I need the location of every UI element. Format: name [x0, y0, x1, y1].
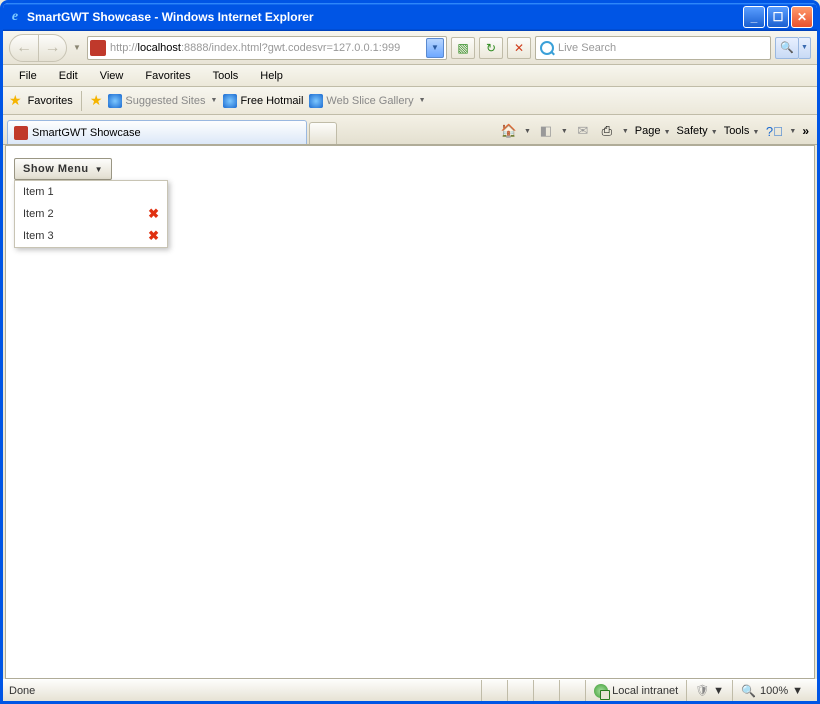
- overflow-icon[interactable]: »: [802, 124, 809, 138]
- window-title: SmartGWT Showcase - Windows Internet Exp…: [27, 10, 743, 24]
- menu-edit[interactable]: Edit: [49, 68, 88, 84]
- show-menu-button[interactable]: Show Menu ▼: [14, 158, 112, 180]
- remove-icon[interactable]: ✖: [148, 228, 159, 244]
- search-button[interactable]: 🔍: [775, 37, 799, 59]
- url-path: :8888/index.html?gwt.codesvr=127.0.0.1:9…: [181, 42, 400, 54]
- menu-item-label: Item 2: [23, 208, 54, 220]
- site-favicon: [90, 40, 106, 56]
- back-button[interactable]: ←: [10, 35, 38, 61]
- new-tab-button[interactable]: [309, 122, 337, 144]
- menubar: File Edit View Favorites Tools Help: [3, 65, 817, 87]
- close-button[interactable]: ✕: [791, 6, 813, 28]
- star-icon: ★: [9, 92, 22, 109]
- zoom-value: 100%: [760, 685, 788, 697]
- chevron-down-icon: ▼: [713, 685, 724, 697]
- tab-bar: SmartGWT Showcase 🏠 ▼ ◧ ▼ ✉ ⎙ ▼ Page ▼ Safe…: [3, 115, 817, 145]
- chevron-down-icon: ▼: [211, 97, 218, 104]
- tab-favicon: [14, 126, 28, 140]
- menu-item-3[interactable]: Item 3 ✖: [15, 225, 167, 247]
- menu-file[interactable]: File: [9, 68, 47, 84]
- help-icon[interactable]: ?⃝: [765, 122, 783, 140]
- home-icon[interactable]: 🏠: [500, 122, 518, 140]
- dropdown-menu: Item 1 Item 2 ✖ Item 3 ✖: [14, 180, 168, 248]
- address-text[interactable]: http://localhost:8888/index.html?gwt.cod…: [110, 42, 426, 54]
- shield-icon: 🛡: [695, 684, 709, 697]
- chevron-down-icon[interactable]: ▼: [561, 128, 568, 135]
- hotmail-label: Free Hotmail: [240, 95, 303, 107]
- chevron-down-icon: ▼: [95, 165, 103, 174]
- menu-tools[interactable]: Tools: [203, 68, 249, 84]
- ie-icon: e: [7, 9, 23, 25]
- chevron-down-icon: ▼: [792, 685, 803, 697]
- forward-button[interactable]: →: [38, 35, 66, 61]
- refresh-button[interactable]: ↻: [479, 37, 503, 59]
- zoom-control[interactable]: 🔍 100% ▼: [732, 680, 811, 701]
- remove-icon[interactable]: ✖: [148, 206, 159, 222]
- zone-label: Local intranet: [612, 685, 678, 697]
- menu-item-2[interactable]: Item 2 ✖: [15, 203, 167, 225]
- nav-history-dropdown[interactable]: ▼: [71, 43, 83, 52]
- url-host: localhost: [138, 42, 181, 54]
- menu-item-label: Item 3: [23, 230, 54, 242]
- web-slice-link[interactable]: Web Slice Gallery ▼: [309, 94, 425, 108]
- minimize-button[interactable]: _: [743, 6, 765, 28]
- chevron-down-icon[interactable]: ▼: [789, 128, 796, 135]
- separator: [81, 91, 82, 111]
- ie-link-icon: [309, 94, 323, 108]
- compat-view-button[interactable]: ▧: [451, 37, 475, 59]
- read-mail-icon[interactable]: ✉: [574, 122, 592, 140]
- search-box[interactable]: Live Search: [535, 36, 771, 60]
- menu-help[interactable]: Help: [250, 68, 293, 84]
- address-dropdown[interactable]: ▼: [426, 38, 444, 58]
- menu-favorites[interactable]: Favorites: [135, 68, 200, 84]
- protected-mode[interactable]: 🛡 ▼: [686, 680, 732, 701]
- ie-link-icon: [223, 94, 237, 108]
- suggested-label: Suggested Sites: [125, 95, 205, 107]
- search-placeholder: Live Search: [558, 42, 766, 54]
- stop-button[interactable]: ✕: [507, 37, 531, 59]
- webslice-label: Web Slice Gallery: [326, 95, 413, 107]
- favorites-label[interactable]: Favorites: [28, 95, 73, 107]
- status-pane: [533, 680, 559, 701]
- favorites-bar: ★ Favorites ★ Suggested Sites ▼ Free Hot…: [3, 87, 817, 115]
- nav-toolbar: ← → ▼ http://localhost:8888/index.html?g…: [3, 31, 817, 65]
- tab-active[interactable]: SmartGWT Showcase: [7, 120, 307, 144]
- menu-view[interactable]: View: [90, 68, 134, 84]
- search-dropdown[interactable]: ▼: [799, 37, 811, 59]
- nav-buttons: ← →: [9, 34, 67, 62]
- maximize-button[interactable]: ☐: [767, 6, 789, 28]
- page-menu[interactable]: Page ▼: [635, 125, 671, 137]
- status-pane: [507, 680, 533, 701]
- menu-item-label: Item 1: [23, 186, 54, 198]
- zoom-icon: 🔍: [741, 684, 756, 698]
- page-content: Show Menu ▼ Item 1 Item 2 ✖ Item 3 ✖: [5, 145, 815, 679]
- chevron-down-icon[interactable]: ▼: [524, 128, 531, 135]
- status-pane: [559, 680, 585, 701]
- print-icon[interactable]: ⎙: [598, 122, 616, 140]
- titlebar: e SmartGWT Showcase - Windows Internet E…: [3, 3, 817, 31]
- security-zone[interactable]: Local intranet: [585, 680, 686, 701]
- free-hotmail-link[interactable]: Free Hotmail: [223, 94, 303, 108]
- chevron-down-icon: ▼: [419, 97, 426, 104]
- status-pane: [481, 680, 507, 701]
- ie-link-icon: [108, 94, 122, 108]
- suggested-sites-link[interactable]: Suggested Sites ▼: [108, 94, 217, 108]
- command-bar: 🏠 ▼ ◧ ▼ ✉ ⎙ ▼ Page ▼ Safety ▼ Tools ▼ ?⃝ ▼ »: [500, 122, 813, 144]
- status-text: Done: [9, 685, 481, 697]
- status-bar: Done Local intranet 🛡 ▼ 🔍 100% ▼: [3, 679, 817, 701]
- safety-menu[interactable]: Safety ▼: [677, 125, 718, 137]
- button-label: Show Menu: [23, 163, 89, 175]
- address-bar[interactable]: http://localhost:8888/index.html?gwt.cod…: [87, 36, 447, 60]
- chevron-down-icon[interactable]: ▼: [622, 128, 629, 135]
- ie-window: e SmartGWT Showcase - Windows Internet E…: [0, 0, 820, 704]
- add-fav-icon[interactable]: ★: [90, 92, 103, 109]
- bing-icon: [540, 41, 554, 55]
- feeds-icon[interactable]: ◧: [537, 122, 555, 140]
- tools-menu[interactable]: Tools ▼: [724, 125, 760, 137]
- tab-title: SmartGWT Showcase: [32, 127, 141, 139]
- url-scheme: http://: [110, 42, 138, 54]
- globe-icon: [594, 684, 608, 698]
- menu-item-1[interactable]: Item 1: [15, 181, 167, 203]
- window-buttons: _ ☐ ✕: [743, 6, 813, 28]
